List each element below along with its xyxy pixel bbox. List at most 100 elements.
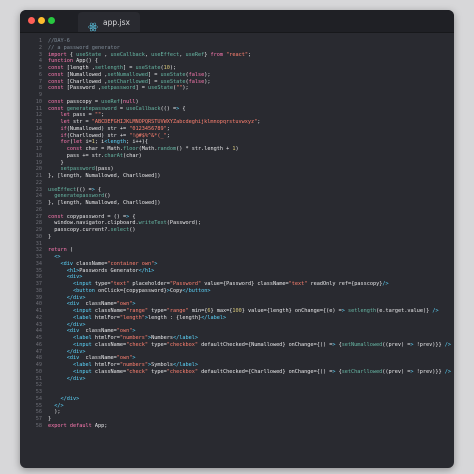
code-line[interactable]: 9 [20,92,454,99]
line-code: </div> [66,348,86,355]
line-code: <input className="range" type="range" mi… [73,308,439,314]
line-number: 7 [38,78,42,85]
code-line[interactable]: 21}, [length, Numallowed, Charllowed]) [20,173,454,180]
line-code: const [Password ,setpassword] = useState… [48,85,189,92]
code-line[interactable]: 20 setpassword(pass) [20,166,454,173]
line-number: 8 [38,85,42,92]
line-number: 42 [35,314,42,321]
code-line[interactable]: 3 import { useState , useCallback, useEff… [20,52,454,59]
code-line[interactable]: 42 <label htmlFor="length">length : {len… [20,315,454,322]
code-line[interactable]: 50 <input className="check" type="checkb… [20,369,454,376]
code-line[interactable]: 53 [20,389,454,396]
code-line[interactable]: 16 for(let i=1; i<length; i++){ [20,139,454,146]
code-line[interactable]: 7 const [Charllowed ,setCharllowed] = use… [20,79,454,86]
line-number: 38 [35,287,42,294]
code-line[interactable]: 13 let str = "ABCDEFGHIJKLMNOPQRSTUVWXYZ… [20,119,454,126]
line-code: <label htmlFor="length">length : {length… [73,314,227,321]
code-line[interactable]: 37 <input type="text" placeholder="Passw… [20,281,454,288]
code-line[interactable]: 31 [20,241,454,248]
code-line[interactable]: 44 <div className="own"> [20,328,454,335]
line-code: return ( [48,247,73,254]
line-code: let pass = ""; [60,112,105,119]
code-line[interactable]: 49 <label htmlFor="numbers">Symbols</lab… [20,362,454,369]
line-number: 1 [38,38,42,44]
code-line[interactable]: 22 [20,180,454,187]
code-line[interactable]: 57} [20,416,454,423]
code-line[interactable]: 33 <> [20,254,454,261]
code-line[interactable]: 58 export default App; [20,423,454,430]
code-line[interactable]: 36 <div> [20,274,454,281]
code-line[interactable]: 46 <input className="check" type="checkb… [20,342,454,349]
code-line[interactable]: 14 if(Numallowed) str += "0123456789"; [20,126,454,133]
code-line[interactable]: 2 // a password generator [20,45,454,52]
line-number: 36 [35,274,42,281]
code-line[interactable]: 10 const passcopy = useRef(null) [20,99,454,106]
code-line[interactable]: 51 </div> [20,376,454,383]
code-line[interactable]: 29 passcopy.current?.select() [20,227,454,234]
code-line[interactable]: 56 ); [20,409,454,416]
line-number: 22 [35,179,42,186]
code-line[interactable]: 38 <button onClick={copypassword}>Copy</… [20,288,454,295]
line-number: 54 [35,395,42,402]
line-number: 15 [35,132,42,139]
code-line[interactable]: 19 } [20,160,454,167]
line-code: <input className="check" type="checkbox"… [73,368,452,375]
code-line[interactable]: 39 </div> [20,295,454,302]
file-tab[interactable]: app.jsx [78,12,140,32]
close-window-button[interactable] [28,17,35,24]
line-code: </div> [66,375,86,382]
code-line[interactable]: 24 generatepassword() [20,193,454,200]
line-code: import { useState , useCallback, useEffe… [48,51,252,58]
line-number: 39 [35,294,42,301]
code-line[interactable]: 45 <label htmlFor="numbers">Numbers</lab… [20,335,454,342]
line-code: const [Numallowed ,setNumallowed] = useS… [48,71,211,78]
code-line[interactable]: 34 <div className="container own"> [20,261,454,268]
code-line[interactable]: 47 </div> [20,349,454,356]
code-line[interactable]: 35 <h1>Passwords Generator</h1> [20,268,454,275]
code-line[interactable]: 40 <div className="own"> [20,301,454,308]
code-line[interactable]: 26 [20,207,454,214]
maximize-window-button[interactable] [48,17,55,24]
line-number: 56 [35,409,42,416]
code-line[interactable]: 4 function App() { [20,58,454,65]
line-code: passcopy.current?.select() [54,227,136,233]
editor-window: app.jsx 1 //DAY-6 2 // a password generator… [20,10,454,468]
code-line[interactable]: 5 const [length ,setlength] = useState(10… [20,65,454,72]
code-line[interactable]: 27 const copypassword = () => { [20,214,454,221]
line-number: 32 [35,247,42,254]
code-line[interactable]: 32 return ( [20,247,454,254]
line-code: }, [length, Numallowed, Charllowed]) [48,173,161,179]
code-line[interactable]: 54 </div> [20,396,454,403]
code-line[interactable]: 11 const generatepassword = useCallback((… [20,106,454,113]
code-editor[interactable]: 1 //DAY-6 2 // a password generator 3 import … [20,38,454,468]
code-line[interactable]: 43 </div> [20,322,454,329]
line-code: <div className="container own"> [60,260,158,267]
code-line[interactable]: 17 const char = Math.floor(Math.random()… [20,146,454,153]
line-code: <input type="text" placeholder="Password… [73,281,389,287]
line-number: 5 [38,65,42,71]
code-line[interactable]: 1 //DAY-6 [20,38,454,45]
line-number: 23 [35,186,42,193]
code-line[interactable]: 8 const [Password ,setpassword] = useStat… [20,85,454,92]
code-line[interactable]: 23 useEffect(() => { [20,187,454,194]
code-line[interactable]: 52 [20,382,454,389]
code-line[interactable]: 48 <div className="own"> [20,355,454,362]
line-number: 16 [35,139,42,146]
code-line[interactable]: 12 let pass = ""; [20,112,454,119]
line-code: </div> [66,294,86,301]
line-code: if(Numallowed) str += "0123456789"; [60,125,170,132]
line-code: <h1>Passwords Generator</h1> [66,267,155,274]
minimize-window-button[interactable] [38,17,45,24]
code-line[interactable]: 25}, [length, Numallowed, Charllowed]) [20,200,454,207]
code-line[interactable]: 28 window.navigator.clipboard.writeText(… [20,220,454,227]
code-line[interactable]: 15 if(Charllowed) str += "!@#$%^&*(_"; [20,133,454,140]
code-line[interactable]: 18 pass += str.charAt(char) [20,153,454,160]
line-number: 48 [35,355,42,362]
line-number: 46 [35,341,42,348]
code-line[interactable]: 55 </> [20,403,454,410]
code-line[interactable]: 30} [20,234,454,241]
line-number: 53 [35,389,42,395]
line-code: }, [length, Numallowed, Charllowed]) [48,200,161,206]
code-line[interactable]: 6 const [Numallowed ,setNumallowed] = use… [20,72,454,79]
code-line[interactable]: 41 <input className="range" type="range"… [20,308,454,315]
